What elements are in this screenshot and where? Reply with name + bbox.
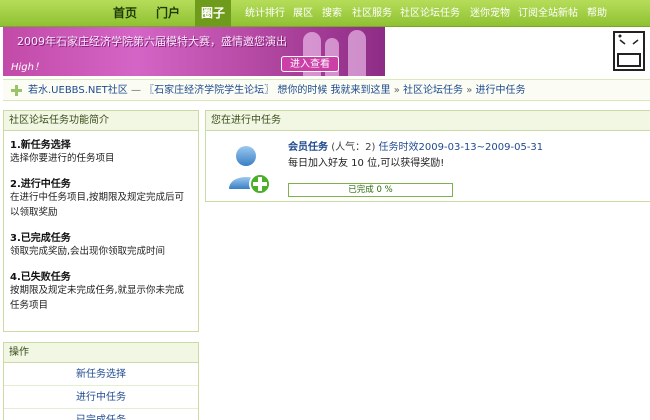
model-silhouette: [348, 30, 366, 76]
task-time-label: 任务时效: [378, 142, 419, 153]
plus-icon: [11, 85, 22, 96]
top-nav-bar: 首页 门户 圈子 统计排行 展区 搜索 社区服务 社区论坛任务 迷你宠物 订阅全…: [0, 0, 650, 27]
nav-portal[interactable]: 门户: [156, 0, 180, 27]
nav-services[interactable]: 社区服务: [352, 0, 392, 27]
op-completed-tasks[interactable]: 已完成任务: [4, 409, 198, 420]
nav-stats[interactable]: 统计排行: [245, 0, 285, 27]
nav-tasks[interactable]: 社区论坛任务: [400, 0, 460, 27]
intro-item-title: 1.新任务选择: [10, 140, 71, 151]
banner-title: 2009年石家庄经济学院第六届模特大赛，盛情邀您演出: [17, 35, 287, 48]
nav-exhibition[interactable]: 展区: [293, 0, 313, 27]
intro-item-desc: 领取完成奖励,会出现你领取完成时间: [10, 246, 166, 257]
operations-panel-header: 操作: [4, 343, 198, 363]
breadcrumb-site-link[interactable]: 若水.UEBBS.NET社区: [28, 85, 128, 96]
task-progress-label: 已完成 0 %: [348, 185, 393, 195]
nav-help[interactable]: 帮助: [587, 0, 607, 27]
intro-panel-header: 社区论坛任务功能简介: [4, 111, 198, 131]
banner-ad[interactable]: 2009年石家庄经济学院第六届模特大赛，盛情邀您演出 High！ 进入查看: [3, 27, 385, 76]
intro-item-desc: 在进行中任务项目,按期限及规定完成后可以领取奖励: [10, 192, 185, 218]
intro-item-title: 2.进行中任务: [10, 179, 71, 190]
breadcrumb-separator: »: [393, 85, 400, 96]
breadcrumb-dash: —: [130, 85, 141, 96]
breadcrumb-slogan: 想你的时候 我就来到这里: [277, 85, 391, 96]
breadcrumb-section-link[interactable]: 社区论坛任务: [403, 85, 463, 96]
intro-item-desc: 选择你要进行的任务项目: [10, 153, 115, 164]
nav-home[interactable]: 首页: [113, 0, 137, 27]
task-intro-panel: 社区论坛任务功能简介 1.新任务选择 选择你要进行的任务项目 2.进行中任务 在…: [3, 110, 199, 332]
breadcrumb-current[interactable]: 进行中任务: [476, 85, 526, 96]
nav-pets[interactable]: 迷你宠物: [470, 0, 510, 27]
breadcrumb-forum-link[interactable]: 〖石家庄经济学院学生论坛〗: [144, 85, 274, 96]
intro-item-title: 4.已失败任务: [10, 272, 71, 283]
nav-subscribe[interactable]: 订阅全站新帖: [518, 0, 578, 27]
task-name-link[interactable]: 会员任务: [288, 142, 328, 153]
banner-high-text: High！: [11, 62, 44, 73]
task-popularity: (人气：2): [331, 142, 376, 153]
add-member-icon: [229, 146, 271, 195]
robot-mascot-icon: [613, 31, 645, 71]
task-panel-header: 您在进行中任务: [206, 111, 650, 131]
intro-item-title: 3.已完成任务: [10, 233, 71, 244]
banner-enter-button[interactable]: 进入查看: [281, 56, 339, 72]
nav-search[interactable]: 搜索: [322, 0, 342, 27]
operations-panel: 操作 新任务选择 进行中任务 已完成任务: [3, 342, 199, 420]
task-progress-bar: 已完成 0 %: [288, 183, 453, 197]
op-new-tasks[interactable]: 新任务选择: [4, 363, 198, 386]
intro-item-desc: 按期限及规定未完成任务,就显示你未完成任务项目: [10, 285, 185, 311]
breadcrumb-separator: »: [466, 85, 473, 96]
in-progress-task-panel: 您在进行中任务 会员任务 (人气：2) 任务时效2009-03-13~2009-…: [205, 110, 650, 202]
task-time-range: 2009-03-13~2009-05-31: [418, 142, 544, 153]
task-description: 每日加入好友 10 位,可以获得奖励!: [288, 158, 445, 169]
op-in-progress-tasks[interactable]: 进行中任务: [4, 386, 198, 409]
nav-circle[interactable]: 圈子: [195, 0, 232, 27]
breadcrumb: 若水.UEBBS.NET社区 — 〖石家庄经济学院学生论坛〗 想你的时候 我就来…: [3, 79, 650, 101]
